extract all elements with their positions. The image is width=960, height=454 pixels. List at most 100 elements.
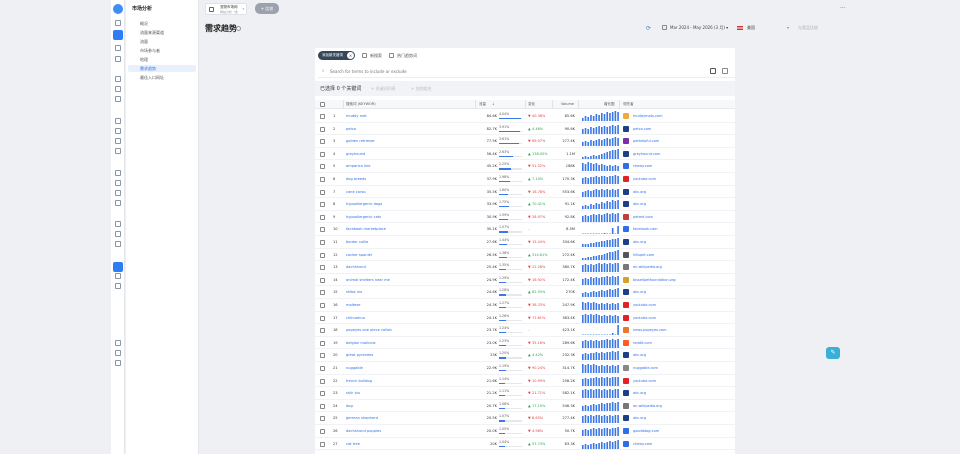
- table-row[interactable]: 23 shih tzu 21.2K 1.11% ▼21.71% 582.1K akc.org: [315, 387, 735, 400]
- domain-link[interactable]: muddymats.com: [633, 110, 662, 122]
- domain-link[interactable]: akc.org: [633, 236, 646, 248]
- seo-icon[interactable]: [113, 30, 123, 40]
- row-checkbox[interactable]: [320, 416, 325, 422]
- row-checkbox[interactable]: [320, 252, 325, 258]
- table-row[interactable]: 17 chihuahua 24.1K 1.26% ▼71.61% 383.4K youtub…: [315, 312, 735, 325]
- table-row[interactable]: 18 popeyes one piece collab 23.7K 1.24% – 423…: [315, 324, 735, 337]
- funnel-icon[interactable]: [115, 283, 121, 289]
- keyword-link[interactable]: belgian malinois: [346, 337, 471, 349]
- domain-link[interactable]: pethelpful.com: [633, 135, 659, 147]
- keyword-link[interactable]: petco: [346, 123, 471, 135]
- domain-link[interactable]: en.wikipedia.org: [633, 400, 662, 412]
- trend-icon[interactable]: [115, 273, 121, 279]
- add-to-list-button[interactable]: + 关键词列表: [371, 86, 396, 92]
- row-checkbox[interactable]: [320, 227, 325, 233]
- grid-icon[interactable]: [115, 76, 121, 82]
- select-all-checkbox[interactable]: [320, 102, 325, 107]
- row-checkbox[interactable]: [320, 328, 325, 334]
- keyword-link[interactable]: french bulldog: [346, 375, 471, 387]
- row-checkbox[interactable]: [320, 353, 325, 359]
- term-search-input[interactable]: [330, 67, 630, 75]
- column-header-change[interactable]: 变化: [528, 100, 535, 109]
- sidebar-item-traffic-channels[interactable]: 流量来源渠道: [128, 29, 196, 36]
- keyword-link[interactable]: chihuahua: [346, 312, 471, 324]
- new-searches-checkbox[interactable]: [362, 53, 367, 58]
- send-icon[interactable]: [115, 190, 121, 196]
- row-checkbox[interactable]: [320, 214, 325, 220]
- domain-link[interactable]: bissellpetfoundation.org: [633, 274, 675, 286]
- table-row[interactable]: 13 dachshund 25.4K 1.35% ▼22.28% 380.7K en.wik…: [315, 261, 735, 274]
- row-checkbox[interactable]: [320, 315, 325, 321]
- row-checkbox[interactable]: [320, 126, 325, 132]
- info-icon[interactable]: [236, 26, 241, 31]
- domain-link[interactable]: akc.org: [633, 412, 646, 424]
- domain-link[interactable]: reddit.com: [633, 337, 652, 349]
- column-header-volume[interactable]: Volume: [561, 100, 574, 109]
- refresh-icon[interactable]: ⟳: [646, 25, 651, 32]
- edit-icon[interactable]: [115, 170, 121, 176]
- feedback-button[interactable]: ✎: [826, 347, 840, 359]
- target-icon[interactable]: [115, 96, 121, 102]
- table-row[interactable]: 2 petco 82.7K 3.91% ▲4.46% 90.6K petco.com: [315, 123, 735, 136]
- domain-link[interactable]: akc.org: [633, 387, 646, 399]
- domain-link[interactable]: hillspet.com: [633, 249, 654, 261]
- keyword-link[interactable]: border collie: [346, 236, 471, 248]
- search-icon[interactable]: [115, 20, 121, 26]
- row-checkbox[interactable]: [320, 202, 325, 208]
- table-row[interactable]: 24 dog 20.7K 1.08% ▲17.10% 546.3K en.wikipedia…: [315, 400, 735, 413]
- table-row[interactable]: 16 maltese 24.3K 1.27% ▼38.33% 247.9K youtube.…: [315, 299, 735, 312]
- table-row[interactable]: 21 nuggable 22.9K 1.19% ▼90.24% 314.7K nuggabl…: [315, 362, 735, 375]
- sidebar-item-traffic[interactable]: 流量: [128, 38, 196, 45]
- keyword-link[interactable]: shiba inu: [346, 286, 471, 298]
- domain-link[interactable]: en.wikipedia.org: [633, 261, 662, 273]
- table-row[interactable]: 4 greyhound 56.4K 2.63% ▲138.05% 1.1M greyhoun…: [315, 148, 735, 161]
- sort-desc-icon[interactable]: ↓: [492, 100, 495, 109]
- table-row[interactable]: 22 french bulldog 21.6K 1.14% ▼10.99% 258.2K y…: [315, 375, 735, 388]
- table-row[interactable]: 3 golden retriever 77.5K 3.61% ▼69.07% 277.4K…: [315, 135, 735, 148]
- keyword-link[interactable]: amparica line: [346, 160, 471, 172]
- keyword-link[interactable]: shih tzu: [346, 387, 471, 399]
- table-row[interactable]: 11 border collie 27.6K 1.44% ▼15.44% 334.6K ak…: [315, 236, 735, 249]
- more-icon[interactable]: ···: [840, 5, 846, 12]
- domain-link[interactable]: chewy.com: [633, 160, 652, 172]
- domain-link[interactable]: akc.org: [633, 198, 646, 210]
- row-checkbox[interactable]: [320, 177, 325, 182]
- keyword-link[interactable]: dachshund: [346, 261, 471, 273]
- market-analysis-icon[interactable]: [113, 262, 123, 272]
- domain-link[interactable]: youtube.com: [633, 312, 656, 324]
- domain-link[interactable]: akc.org: [633, 349, 646, 361]
- domain-link[interactable]: goodddog.com: [633, 425, 659, 437]
- keyword-link[interactable]: cane corso: [346, 186, 471, 198]
- compare-button[interactable]: + 比较: [255, 3, 279, 14]
- row-checkbox[interactable]: [320, 114, 325, 119]
- columns-icon[interactable]: [722, 68, 728, 74]
- link-out-icon[interactable]: [115, 340, 121, 346]
- table-row[interactable]: 15 shiba inu 24.6K 1.28% ▲62.93% 270K akc.org: [315, 286, 735, 299]
- row-checkbox[interactable]: [320, 290, 325, 296]
- keyword-link[interactable]: great pyrenees: [346, 349, 471, 361]
- chart-icon[interactable]: [115, 231, 121, 237]
- domain-link[interactable]: youtube.com: [633, 299, 656, 311]
- domain-link[interactable]: greyhound.com: [633, 148, 660, 160]
- domain-link[interactable]: akc.org: [633, 286, 646, 298]
- domain-link[interactable]: petco.com: [633, 123, 651, 135]
- project-selector[interactable]: 宠物市场网 网站分析（含 ▾: [205, 3, 247, 15]
- link-icon[interactable]: [115, 138, 121, 144]
- help-icon[interactable]: [115, 360, 121, 366]
- date-range-picker[interactable]: Mar 2024 - May 2026 (3 月) ▾: [670, 23, 728, 33]
- keyword-link[interactable]: dog: [346, 400, 471, 412]
- keyword-link[interactable]: nuggable: [346, 362, 471, 374]
- keyword-link[interactable]: golden retriever: [346, 135, 471, 147]
- row-checkbox[interactable]: [320, 340, 325, 346]
- row-checkbox[interactable]: [320, 303, 325, 308]
- column-header-keyword[interactable]: 搜索词 (KEYWOR): [346, 100, 376, 109]
- settings-icon[interactable]: [115, 350, 121, 356]
- row-checkbox[interactable]: [320, 441, 325, 447]
- table-row[interactable]: 6 dog breeds 37.9K 1.98% ▲7.10% 170.3K youtube…: [315, 173, 735, 186]
- sidebar-item-overview[interactable]: 概况: [128, 20, 196, 27]
- sidebar-item-demand-trends[interactable]: 需求趋势: [128, 65, 196, 72]
- table-row[interactable]: 19 belgian malinois 23.0K 1.23% ▼35.16% 289.6…: [315, 337, 735, 350]
- table-row[interactable]: 9 hypoallergenic cats 30.9K 1.59% ▼28.97% 92.…: [315, 211, 735, 224]
- domain-link[interactable]: youtube.com: [633, 173, 656, 185]
- table-row[interactable]: 10 facebook marketplace 30.1K 1.57% – 8.5M fac…: [315, 223, 735, 236]
